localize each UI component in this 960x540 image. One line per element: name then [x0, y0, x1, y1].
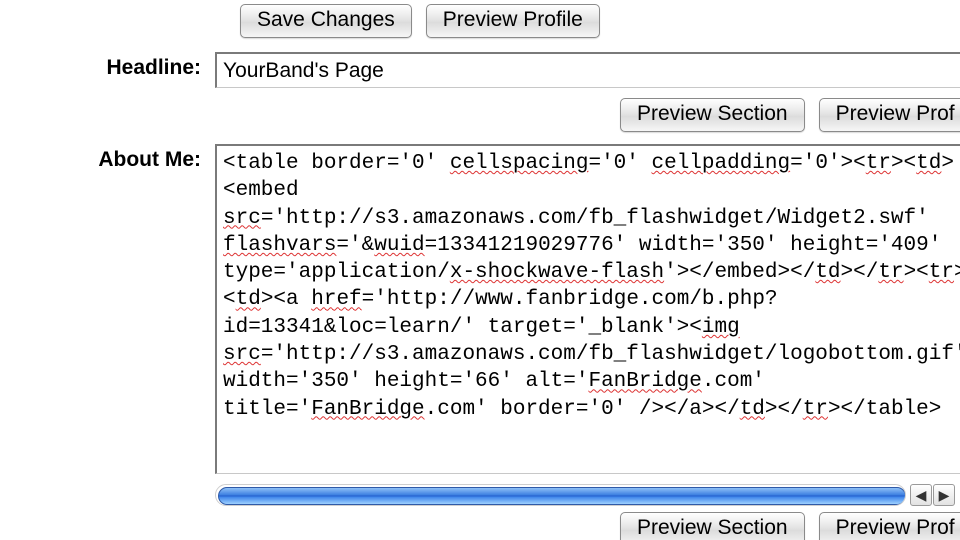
about-me-textarea[interactable] [215, 144, 960, 474]
scrollbar-track[interactable] [215, 484, 906, 506]
headline-label: Headline: [0, 52, 215, 80]
about-me-label: About Me: [0, 144, 215, 172]
horizontal-scrollbar[interactable]: ◀ ▶ [215, 484, 955, 506]
save-changes-button[interactable]: Save Changes [240, 4, 412, 38]
scroll-left-icon[interactable]: ◀ [910, 484, 932, 506]
preview-section-button[interactable]: Preview Section [620, 98, 805, 132]
preview-profile-button-3[interactable]: Preview Prof [819, 512, 960, 540]
preview-profile-button[interactable]: Preview Profile [426, 4, 600, 38]
headline-input[interactable] [215, 52, 960, 88]
preview-section-button-2[interactable]: Preview Section [620, 512, 805, 540]
preview-profile-button-2[interactable]: Preview Prof [819, 98, 960, 132]
scrollbar-thumb[interactable] [218, 487, 906, 505]
scroll-right-icon[interactable]: ▶ [933, 484, 955, 506]
